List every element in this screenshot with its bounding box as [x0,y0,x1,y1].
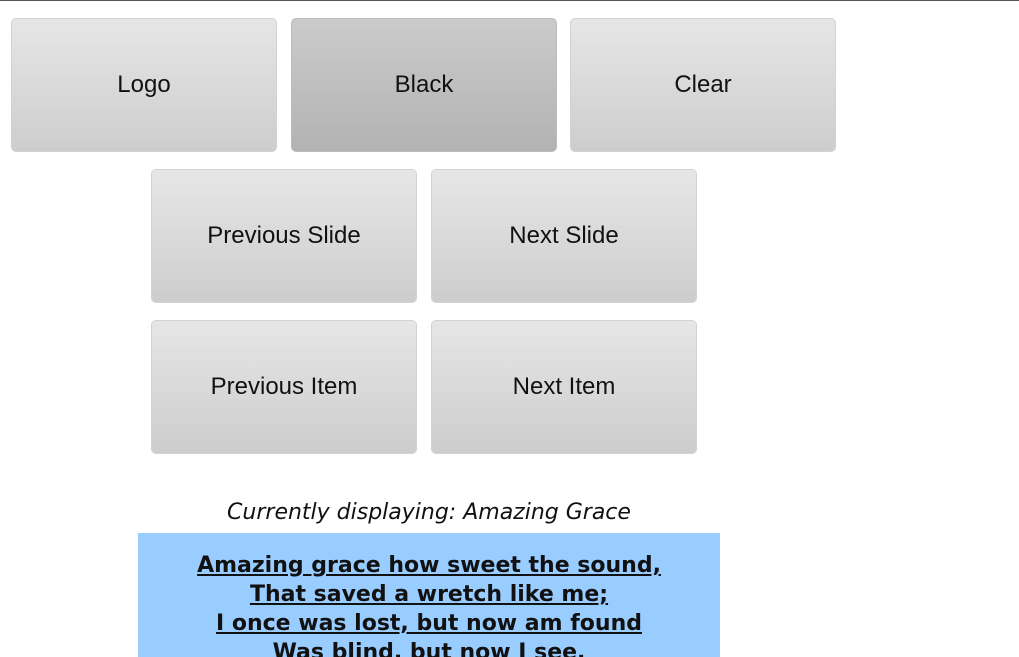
slide-preview: Amazing grace how sweet the sound, That … [138,533,720,657]
currently-displaying-text: Currently displaying: Amazing Grace [227,500,631,525]
black-button[interactable]: Black [291,18,557,152]
next-item-button[interactable]: Next Item [431,320,697,454]
slide-line: That saved a wretch like me; [249,582,609,607]
slide-line: I once was lost, but now am found [216,611,642,636]
slide-line: Was blind, but now I see. [272,640,586,657]
next-slide-button[interactable]: Next Slide [431,169,697,303]
top-divider [0,0,1019,1]
previous-item-button[interactable]: Previous Item [151,320,417,454]
previous-slide-button[interactable]: Previous Slide [151,169,417,303]
clear-button[interactable]: Clear [570,18,836,152]
slide-line: Amazing grace how sweet the sound, [197,553,661,578]
logo-button[interactable]: Logo [11,18,277,152]
